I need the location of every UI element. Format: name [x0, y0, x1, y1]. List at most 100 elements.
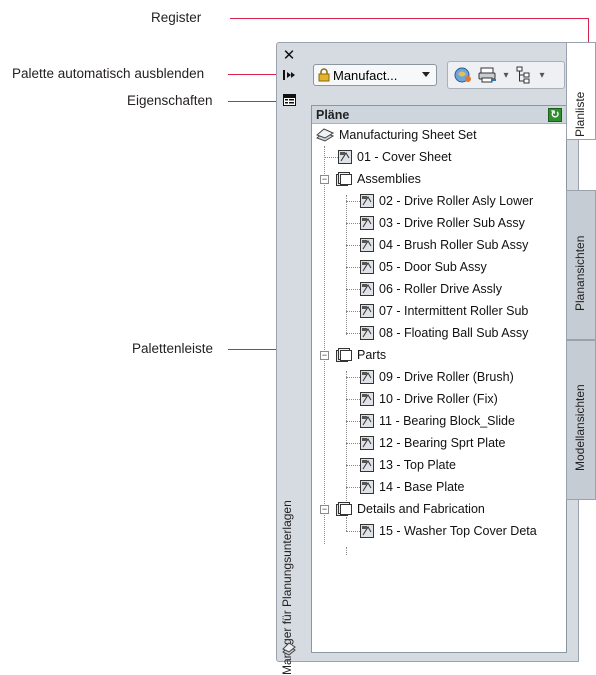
tree-sheet-05[interactable]: 05 - Door Sub Assy	[360, 256, 487, 278]
tree-line	[346, 289, 360, 290]
tree-line	[346, 311, 360, 312]
tree-sheet-08[interactable]: 08 - Floating Ball Sub Assy	[360, 322, 528, 344]
tab-sheet-list[interactable]: Planliste	[566, 42, 596, 140]
tree-sheet-label: 03 - Drive Roller Sub Assy	[379, 216, 525, 230]
plot-icon[interactable]	[477, 64, 499, 86]
toolbar: Manufact... ▾ ▾	[309, 61, 571, 91]
tree-line	[346, 333, 360, 334]
tree-sheet-label: 08 - Floating Ball Sub Assy	[379, 326, 529, 340]
publish-icon[interactable]	[452, 64, 474, 86]
tree-line	[346, 421, 360, 422]
sheet-icon	[360, 392, 374, 406]
callout-auto-hide-line	[228, 74, 276, 75]
properties-icon[interactable]	[280, 92, 298, 108]
sheet-set-icon	[316, 128, 334, 142]
panel-title: Pläne	[316, 107, 350, 122]
sheet-set-dropdown-value: Manufact...	[333, 67, 398, 83]
refresh-icon[interactable]: ↻	[548, 107, 562, 122]
collapse-assemblies-icon[interactable]: −	[320, 175, 329, 184]
tree-sheet-06[interactable]: 06 - Roller Drive Assly	[360, 278, 502, 300]
sheet-set-manager-icon	[280, 641, 298, 657]
sheet-icon	[360, 282, 374, 296]
tree-line	[346, 547, 347, 555]
close-icon[interactable]: ✕	[280, 47, 298, 64]
collapse-parts-icon[interactable]: −	[320, 351, 329, 360]
tab-sheet-list-label: Planliste	[573, 91, 587, 137]
tree-sheet-12[interactable]: 12 - Bearing Sprt Plate	[360, 432, 505, 454]
tree-line	[346, 487, 360, 488]
subset-icon	[336, 348, 352, 362]
tree-sheet-15[interactable]: 15 - Washer Top Cover Deta	[360, 520, 537, 542]
subset-icon	[336, 172, 352, 186]
sheet-icon	[360, 194, 374, 208]
tree-line	[346, 267, 360, 268]
tree-sheet-label: 09 - Drive Roller (Brush)	[379, 370, 514, 384]
palette-bar[interactable]: ✕ Manager für Planungsunterlagen	[276, 42, 300, 675]
tree-sheet-02[interactable]: 02 - Drive Roller Asly Lower	[360, 190, 533, 212]
tree-sheet-label: 04 - Brush Roller Sub Assy	[379, 238, 529, 252]
tree-line	[346, 517, 347, 531]
callout-register-line	[230, 18, 589, 19]
tree-line	[346, 443, 360, 444]
tree-line	[346, 377, 360, 378]
tree-group-parts[interactable]: Parts	[336, 344, 386, 366]
callout-auto-hide: Palette automatisch ausblenden	[12, 66, 205, 81]
sheet-icon	[360, 304, 374, 318]
tree-sheet-11[interactable]: 11 - Bearing Block_Slide	[360, 410, 515, 432]
tree-sheet-label: 01 - Cover Sheet	[357, 150, 452, 164]
tree-line	[346, 465, 360, 466]
tree-group-label: Parts	[357, 348, 387, 362]
tree-sheet-label: 14 - Base Plate	[379, 480, 465, 494]
plot-dropdown-arrow-icon[interactable]: ▾	[502, 64, 510, 86]
panel-header: Pläne ↻	[312, 106, 566, 124]
sheet-set-dropdown[interactable]: Manufact...	[313, 64, 437, 86]
sheet-icon	[360, 458, 374, 472]
tree-line	[346, 201, 360, 202]
sheet-icon	[360, 370, 374, 384]
sheet-icon	[360, 260, 374, 274]
sheet-icon	[360, 326, 374, 340]
tree-group-assemblies[interactable]: Assemblies	[336, 168, 421, 190]
sheet-icon	[360, 436, 374, 450]
sheet-icon	[360, 238, 374, 252]
tree-sheet-04[interactable]: 04 - Brush Roller Sub Assy	[360, 234, 528, 256]
tree-sheet-14[interactable]: 14 - Base Plate	[360, 476, 464, 498]
tree-line	[346, 245, 360, 246]
tree-line	[346, 531, 360, 532]
auto-hide-icon[interactable]	[280, 67, 298, 83]
tree-sheet-label: 12 - Bearing Sprt Plate	[379, 436, 506, 450]
tree-sheet-01[interactable]: 01 - Cover Sheet	[338, 146, 452, 168]
tree-sheet-07[interactable]: 07 - Intermittent Roller Sub	[360, 300, 528, 322]
tab-sheet-views[interactable]: Planansichten	[566, 190, 596, 340]
tree-sheet-label: 07 - Intermittent Roller Sub	[379, 304, 529, 318]
sheet-icon	[338, 150, 352, 164]
tree-line	[324, 146, 325, 544]
tree-sheet-13[interactable]: 13 - Top Plate	[360, 454, 456, 476]
tree-sheet-label: 15 - Washer Top Cover Deta	[379, 524, 537, 538]
tab-sheet-views-label: Planansichten	[573, 235, 587, 311]
lock-icon	[318, 68, 330, 82]
palette-title: Manager für Planungsunterlagen	[280, 500, 294, 675]
callout-properties: Eigenschaften	[127, 93, 213, 108]
tree-root[interactable]: Manufacturing Sheet Set	[316, 124, 477, 146]
sheet-set-palette: Manufact... ▾ ▾ Pläne ↻ Manufacturing Sh…	[299, 42, 579, 662]
chevron-down-icon	[422, 72, 430, 77]
tree-group-label: Assemblies	[357, 172, 421, 186]
sheet-list-icon[interactable]	[513, 64, 535, 86]
sheet-list-panel: Pläne ↻ Manufacturing Sheet Set 01 - Cov…	[311, 105, 567, 653]
tree-sheet-09[interactable]: 09 - Drive Roller (Brush)	[360, 366, 514, 388]
subset-icon	[336, 502, 352, 516]
tree-group-details[interactable]: Details and Fabrication	[336, 498, 485, 520]
sheet-icon	[360, 524, 374, 538]
tree-sheet-label: 02 - Drive Roller Asly Lower	[379, 194, 534, 208]
sheet-list-dropdown-arrow-icon[interactable]: ▾	[538, 64, 546, 86]
tree-sheet-label: 06 - Roller Drive Assly	[379, 282, 502, 296]
tree-group-label: Details and Fabrication	[357, 502, 485, 516]
tab-model-views-label: Modellansichten	[573, 384, 587, 471]
collapse-details-icon[interactable]: −	[320, 505, 329, 514]
tree-line	[346, 399, 360, 400]
tree-sheet-10[interactable]: 10 - Drive Roller (Fix)	[360, 388, 498, 410]
callout-register: Register	[151, 10, 202, 25]
tree-sheet-03[interactable]: 03 - Drive Roller Sub Assy	[360, 212, 525, 234]
tab-model-views[interactable]: Modellansichten	[566, 340, 596, 500]
